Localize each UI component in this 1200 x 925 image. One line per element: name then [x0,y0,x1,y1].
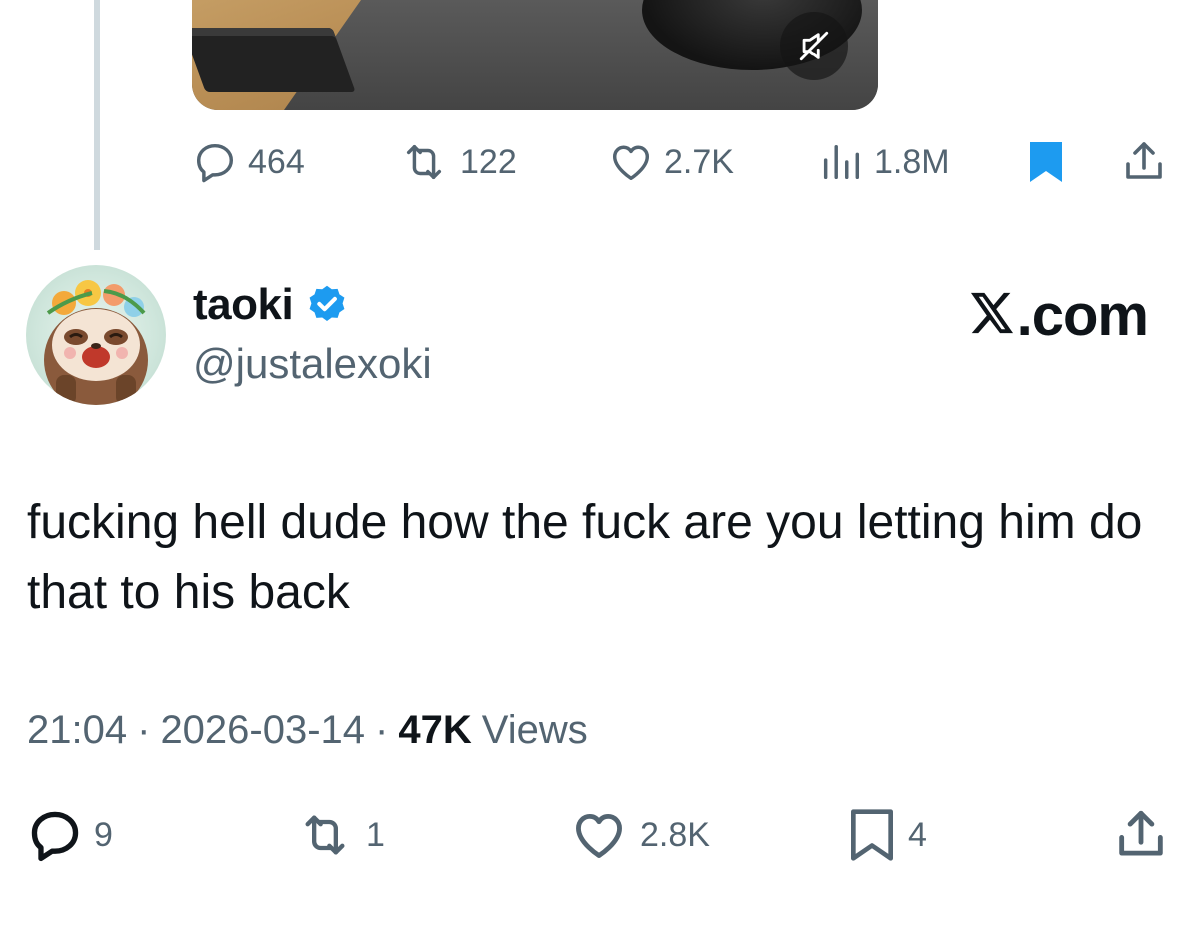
meta-separator: · [375,708,389,752]
parent-views-button[interactable]: 1.8M [818,137,950,187]
parent-like-button[interactable]: 2.7K [608,137,734,187]
author-name-row[interactable]: taoki [193,280,349,330]
parent-bookmark-button[interactable] [1024,137,1068,187]
tweet-meta: 21:04 · 2026-03-14 · 47K Views [27,708,588,753]
tweet-time[interactable]: 21:04 [27,708,127,753]
meta-separator: · [137,708,151,752]
parent-reply-button[interactable]: 464 [192,137,305,187]
reply-icon [196,143,234,183]
retweet-button[interactable]: 1 [294,810,385,860]
author-display-name[interactable]: taoki [193,280,294,330]
bookmark-count: 4 [908,815,927,854]
parent-retweet-button[interactable]: 122 [398,137,517,187]
tweet-text: fucking hell dude how the fuck are you l… [27,496,1143,619]
thread-line [94,0,100,250]
share-icon [1119,810,1163,856]
tweet-date[interactable]: 2026-03-14 [160,708,365,753]
x-logo-icon [970,292,1013,334]
bookmark-icon [850,809,893,861]
parent-action-bar: 464 122 2.7K 1.8M [0,137,1200,187]
parent-like-count: 2.7K [664,142,734,181]
retweet-icon [406,144,442,180]
parent-share-button[interactable] [1120,137,1168,187]
author-handle[interactable]: @justalexoki [193,340,432,388]
site-watermark: .com [969,282,1149,349]
parent-views-count: 1.8M [874,142,950,181]
heart-icon [576,813,622,858]
views-count: 47K [398,708,472,752]
like-count: 2.8K [640,815,710,854]
views-chart-icon [823,144,860,180]
views-label: Views [481,708,588,752]
retweet-icon [305,815,345,855]
bookmark-filled-icon [1030,142,1062,182]
share-icon [1126,142,1162,179]
heart-icon [612,145,650,181]
tweet-action-bar: 9 1 2.8K 4 [0,809,1200,862]
reply-button[interactable]: 9 [26,810,113,862]
retweet-count: 1 [366,815,385,854]
verified-badge-icon [309,285,345,321]
like-button[interactable]: 2.8K [568,810,710,860]
parent-reply-count: 464 [248,142,305,181]
media-block [192,28,356,92]
parent-retweet-count: 122 [460,142,517,181]
avatar[interactable] [26,265,166,405]
share-button[interactable] [1112,810,1170,860]
reply-icon [31,811,79,862]
video-media[interactable] [192,0,878,110]
site-label: .com [1016,283,1149,348]
muted-speaker-icon [799,31,829,61]
sloth-avatar-image [44,280,148,405]
mute-button[interactable] [780,12,848,80]
reply-count: 9 [94,815,113,854]
bookmark-button[interactable]: 4 [846,809,927,861]
